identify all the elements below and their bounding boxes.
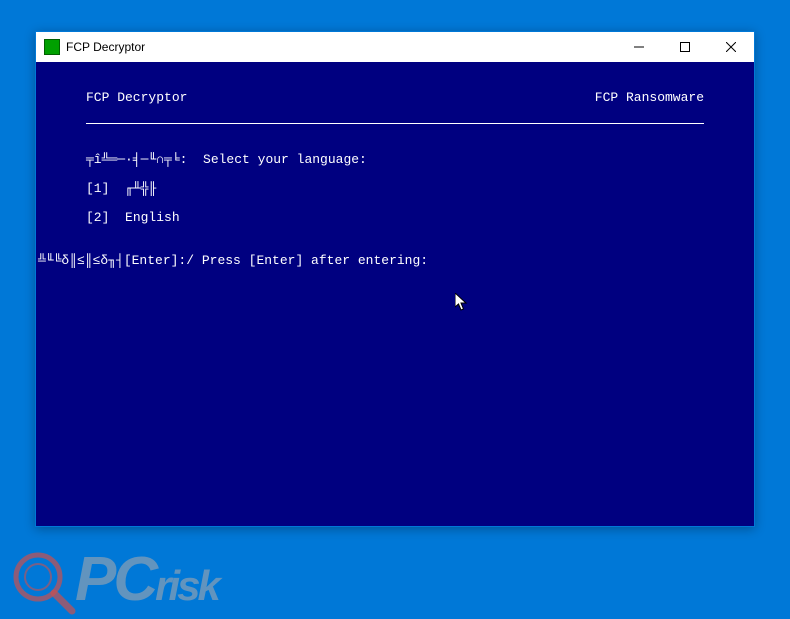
console-content[interactable]: FCP Decryptor FCP Ransomware ╤î╩═─·╡─╙∩╤… <box>36 62 754 526</box>
app-icon <box>44 39 60 55</box>
application-window: FCP Decryptor FCP Decryptor FCP Ransomwa… <box>35 31 755 527</box>
watermark-text: PCrisk <box>75 544 218 615</box>
window-title: FCP Decryptor <box>66 40 616 54</box>
titlebar[interactable]: FCP Decryptor <box>36 32 754 62</box>
close-icon <box>726 42 736 52</box>
language-prompt: ╤î╩═─·╡─╙∩╤╘: Select your language: <box>36 124 754 167</box>
header-left-text: FCP Decryptor <box>86 90 187 105</box>
maximize-icon <box>680 42 690 52</box>
option-2: [2] English <box>36 196 754 225</box>
minimize-icon <box>634 42 644 52</box>
enter-prompt: ╩╙╚δ║≤║≤δ╖┤[Enter]:/ Press [Enter] after… <box>36 225 754 268</box>
close-button[interactable] <box>708 32 754 62</box>
option-1: [1] ╓╨╬╟ <box>36 167 754 196</box>
header-row: FCP Decryptor FCP Ransomware <box>36 62 754 105</box>
magnifier-icon <box>10 549 80 619</box>
window-controls <box>616 32 754 62</box>
minimize-button[interactable] <box>616 32 662 62</box>
maximize-button[interactable] <box>662 32 708 62</box>
header-right-text: FCP Ransomware <box>595 90 704 105</box>
